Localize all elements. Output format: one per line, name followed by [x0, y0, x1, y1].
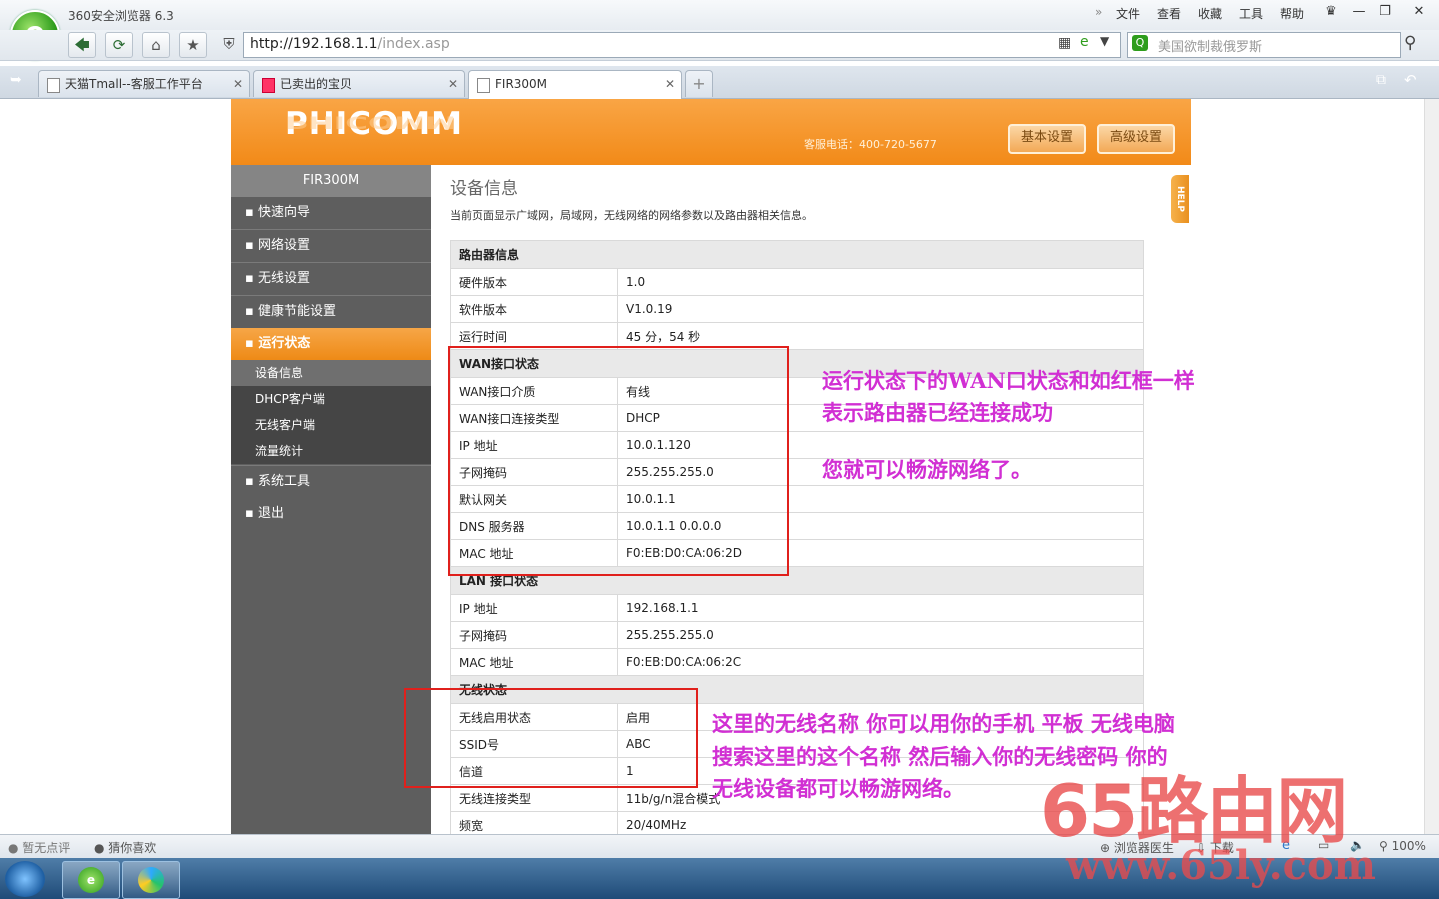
taskbar-qq-browser[interactable] — [122, 861, 180, 899]
favorite-star-button[interactable]: ★ — [179, 32, 207, 58]
basic-settings-button[interactable]: 基本设置 — [1008, 124, 1086, 154]
page-description: 当前页面显示广域网，局域网，无线网络的网络参数以及路由器相关信息。 — [450, 209, 813, 222]
watermark-url: www.65ly.com — [1066, 842, 1376, 889]
ie-mode-icon[interactable]: e — [1080, 34, 1089, 50]
zoom-control[interactable]: ⚲ 100% — [1379, 839, 1426, 853]
submenu-device-info[interactable]: 设备信息 — [231, 360, 431, 386]
brand-logo-reflection: PHICOMM — [285, 112, 456, 132]
menu-view[interactable]: 查看 — [1157, 5, 1181, 22]
status-recommend[interactable]: ● 猜你喜欢 — [94, 839, 156, 856]
annotation-wan-line2: 表示路由器已经连接成功 — [822, 400, 1053, 425]
sidebar-item-energy[interactable]: ▪ 健康节能设置 — [231, 296, 431, 329]
table-row: MAC 地址 F0:EB:D0:CA:06:2C — [450, 648, 1144, 676]
submenu-dhcp-clients[interactable]: DHCP客户端 — [231, 386, 431, 412]
minimize-button[interactable]: — — [1348, 3, 1370, 21]
tab-label: 已卖出的宝贝 — [280, 77, 353, 91]
skin-icon[interactable]: ♛ — [1320, 3, 1342, 21]
menu-overflow-icon[interactable]: » — [1095, 5, 1102, 19]
zoom-level: 100% — [1391, 839, 1426, 853]
browser-app-icon: e — [78, 867, 104, 893]
restore-button[interactable]: ❐ — [1374, 3, 1396, 21]
sidebar-item-wireless[interactable]: ▪ 无线设置 — [231, 263, 431, 296]
undo-close-icon[interactable]: ↶ — [1404, 71, 1417, 89]
help-tab[interactable]: HELP — [1171, 175, 1189, 223]
search-engine-icon[interactable]: Q — [1132, 35, 1148, 51]
sidebar-toggle-icon[interactable]: ➥ — [10, 72, 22, 88]
tab-tmall[interactable]: 天猫Tmall--客服工作平台 ✕ — [38, 70, 250, 97]
search-icon[interactable]: ⚲ — [1404, 33, 1416, 53]
tab-close-icon[interactable]: ✕ — [233, 71, 243, 97]
home-button[interactable]: ⌂ — [142, 32, 170, 58]
sidebar-item-quick-setup[interactable]: ▪ 快速向导 — [231, 197, 431, 230]
address-dropdown-icon[interactable]: ▼ — [1100, 34, 1109, 48]
sidebar-item-logout[interactable]: ▪ 退出 — [231, 498, 431, 530]
qq-browser-icon — [138, 867, 164, 893]
tab-close-icon[interactable]: ✕ — [448, 71, 458, 97]
search-input[interactable]: 美国欲制裁俄罗斯 — [1158, 36, 1262, 55]
page-icon — [47, 78, 60, 93]
status-rating[interactable]: ● 暂无点评 — [8, 839, 70, 856]
address-path: /index.asp — [377, 36, 450, 52]
tab-sold-items[interactable]: 已卖出的宝贝 ✕ — [253, 70, 465, 97]
sidebar-item-system-tools[interactable]: ▪ 系统工具 — [231, 465, 431, 499]
start-button-icon[interactable] — [5, 861, 45, 897]
menu-file[interactable]: 文件 — [1116, 5, 1140, 22]
menu-favorites[interactable]: 收藏 — [1198, 5, 1222, 22]
page-icon — [477, 78, 490, 93]
annotation-wan-line3: 您就可以畅游网络了。 — [822, 457, 1032, 482]
taobao-icon — [262, 78, 275, 93]
wireless-highlight-box — [404, 688, 698, 788]
sidebar-item-status[interactable]: ▪ 运行状态 — [231, 328, 431, 361]
table-row: 软件版本 V1.0.19 — [450, 295, 1144, 323]
app-title: 360安全浏览器 6.3 — [68, 9, 174, 23]
status-recommend-label: 猜你喜欢 — [108, 841, 157, 855]
tab-label: FIR300M — [495, 77, 548, 91]
table-row: 硬件版本 1.0 — [450, 268, 1144, 296]
menu-help[interactable]: 帮助 — [1280, 5, 1304, 22]
tab-close-icon[interactable]: ✕ — [665, 71, 675, 97]
submenu-wireless-clients[interactable]: 无线客户端 — [231, 412, 431, 438]
back-button[interactable]: 🡄 — [68, 32, 96, 58]
restore-tabs-icon[interactable]: ⧉ — [1376, 72, 1386, 88]
status-rating-label: 暂无点评 — [22, 841, 71, 855]
qr-code-icon[interactable]: ▦ — [1058, 35, 1071, 51]
annotation-wireless-line1: 这里的无线名称 你可以用你的手机 平板 无线电脑 — [712, 711, 1175, 736]
page-scrollbar[interactable] — [1424, 99, 1439, 834]
wan-highlight-box — [448, 346, 789, 576]
tab-fir300m[interactable]: FIR300M ✕ — [468, 70, 682, 99]
menu-tools[interactable]: 工具 — [1239, 5, 1263, 22]
taskbar-360-browser[interactable]: e — [62, 861, 120, 899]
submenu-traffic-stats[interactable]: 流量统计 — [231, 438, 431, 464]
annotation-wan-line1: 运行状态下的WAN口状态和如红框一样 — [822, 368, 1195, 393]
sidebar-item-network[interactable]: ▪ 网络设置 — [231, 230, 431, 263]
advanced-settings-button[interactable]: 高级设置 — [1097, 124, 1175, 154]
table-row: IP 地址 192.168.1.1 — [450, 594, 1144, 622]
annotation-wireless-line3: 无线设备都可以畅游网络。 — [712, 776, 964, 801]
address-host: http://192.168.1.1 — [250, 36, 378, 52]
address-text[interactable]: http://192.168.1.1/index.asp — [250, 36, 450, 52]
page-title: 设备信息 — [450, 179, 518, 199]
title-bar — [0, 0, 1439, 30]
section-header-router: 路由器信息 — [450, 240, 1144, 269]
security-shield-icon[interactable]: ⛨ — [216, 32, 242, 56]
new-tab-button[interactable]: + — [685, 70, 713, 97]
hotline-text: 客服电话：400-720-5677 — [804, 138, 937, 151]
refresh-button[interactable]: ⟳ — [105, 32, 133, 58]
model-name: FIR300M — [231, 165, 431, 197]
close-window-button[interactable]: ✕ — [1408, 3, 1430, 21]
tab-label: 天猫Tmall--客服工作平台 — [65, 77, 203, 91]
table-row: 子网掩码 255.255.255.0 — [450, 621, 1144, 649]
